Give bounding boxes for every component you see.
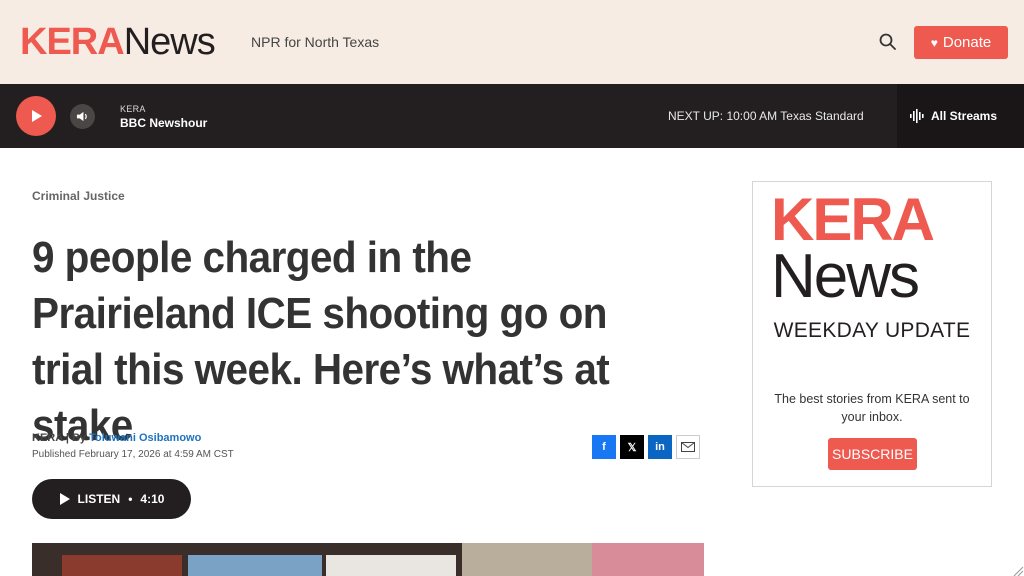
site-header: KERA News NPR for North Texas ♥ Donate <box>0 0 1024 84</box>
play-button[interactable] <box>16 96 56 136</box>
promo-description: The best stories from KERA sent to your … <box>774 392 970 424</box>
article-hero-image[interactable] <box>32 543 704 576</box>
hero-photo-segment <box>592 543 704 576</box>
donate-button[interactable]: ♥ Donate <box>914 26 1008 59</box>
article-headline: 9 people charged in the Prairieland ICE … <box>32 233 610 450</box>
listen-label: LISTEN <box>77 492 121 506</box>
donate-label: Donate <box>942 34 992 51</box>
play-icon <box>59 493 70 505</box>
linkedin-share-icon[interactable]: in <box>648 435 672 459</box>
published-date: Published February 17, 2026 at 4:59 AM C… <box>32 449 234 460</box>
article-byline: KERA | By Toluwani Osibamowo <box>32 432 201 444</box>
hero-photo-segment <box>62 555 182 576</box>
site-tagline: NPR for North Texas <box>251 34 380 50</box>
logo-news-text: News <box>123 21 216 63</box>
hero-photo-segment <box>188 555 322 576</box>
live-player-bar: KERA BBC Newshour NEXT UP: 10:00 AM Texa… <box>0 84 1024 148</box>
listen-button[interactable]: LISTEN • 4:10 <box>32 479 191 519</box>
search-icon[interactable] <box>878 32 898 52</box>
article-category[interactable]: Criminal Justice <box>32 189 125 203</box>
promo-weekday-update: WEEKDAY UPDATE <box>773 319 971 342</box>
hero-photo-segment <box>326 555 456 576</box>
listen-duration: 4:10 <box>140 492 165 506</box>
subscribe-button[interactable]: SUBSCRIBE <box>828 438 917 470</box>
volume-icon <box>76 111 87 122</box>
all-streams-button[interactable]: All Streams <box>897 84 1024 148</box>
author-link[interactable]: Toluwani Osibamowo <box>89 432 201 444</box>
program-name: BBC Newshour <box>120 116 208 130</box>
share-buttons: f 𝕏 in <box>592 435 700 459</box>
kera-news-logo[interactable]: KERA News <box>20 21 216 63</box>
byline-source: KERA | By <box>32 432 90 444</box>
promo-logo-news: News <box>771 242 920 311</box>
all-streams-label: All Streams <box>931 109 998 123</box>
email-share-icon[interactable] <box>676 435 700 459</box>
logo-kera-text: KERA <box>20 21 125 63</box>
heart-icon: ♥ <box>930 35 938 50</box>
station-label: KERA <box>120 104 146 114</box>
facebook-share-icon[interactable]: f <box>592 435 616 459</box>
x-share-icon[interactable]: 𝕏 <box>620 435 644 459</box>
resize-grip-icon[interactable] <box>1012 564 1024 576</box>
newsletter-promo: KERA News WEEKDAY UPDATE The best storie… <box>752 181 992 487</box>
play-icon <box>32 110 42 122</box>
listen-separator: • <box>128 492 133 506</box>
next-up-text[interactable]: NEXT UP: 10:00 AM Texas Standard <box>668 108 864 124</box>
audio-wave-icon <box>910 109 924 123</box>
volume-button[interactable] <box>70 104 95 129</box>
